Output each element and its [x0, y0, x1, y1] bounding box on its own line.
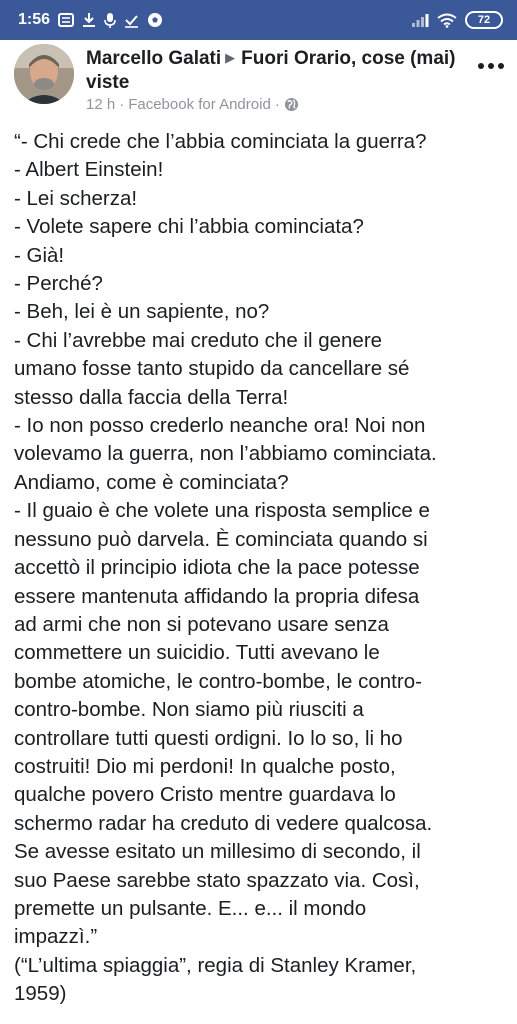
status-time: 1:56	[18, 11, 51, 28]
post-text-line: - Beh, lei è un sapiente, no?	[14, 300, 270, 324]
battery-level: 72	[477, 14, 491, 26]
meta-separator: ·	[274, 96, 280, 113]
post-text-line: controllare tutti questi ordigni. Io lo …	[14, 726, 403, 750]
post-text-line: - Già!	[14, 243, 65, 267]
status-system-icons: 72	[411, 11, 503, 29]
wifi-icon	[437, 13, 457, 28]
status-bar: 1:56 72	[0, 0, 517, 40]
post-text-line: accettò il principio idiota che la pace …	[14, 556, 420, 580]
post-meta: 12 h · Facebook for Android ·	[86, 96, 299, 113]
soccer-ball-icon	[148, 13, 163, 27]
post-text-line: essere mantenuta affidando la propria di…	[14, 584, 420, 608]
post-text-line: “- Chi crede che l’abbia cominciata la g…	[14, 130, 427, 153]
battery-icon: 72	[465, 11, 503, 29]
post-text-line: - Perché?	[14, 272, 103, 296]
microphone-icon	[104, 12, 116, 28]
post-text-line: premette un pulsante. E... e... il mondo	[14, 896, 367, 920]
post-text-line: Andiamo, come è cominciata?	[14, 470, 289, 494]
post-text-line: umano fosse tanto stupido da cancellare …	[14, 357, 410, 381]
post-text-line: Se avesse esitato un millesimo di second…	[14, 840, 421, 864]
meta-separator: ·	[119, 96, 125, 113]
post-text-line: schermo radar ha creduto di vedere qualc…	[14, 811, 433, 835]
post-body: “- Chi crede che l’abbia cominciata la g…	[14, 128, 509, 1009]
more-options-button[interactable]	[473, 56, 509, 76]
status-notification-icons	[58, 12, 163, 29]
post-text-line: contro-bombe. Non siamo più riusciti a	[14, 698, 364, 722]
signal-icon	[412, 14, 429, 27]
more-dot	[488, 63, 494, 69]
post-author-line: Marcello Galati ▶ Fuori Orario, cose (mai)…	[86, 46, 456, 95]
post-text-line: - Chi l’avrebbe mai creduto che il gener…	[14, 328, 383, 352]
post-text-line: - Lei scherza!	[14, 186, 138, 210]
post-text-line: - Volete sapere chi l’abbia cominciata?	[14, 215, 364, 239]
post-source: Facebook for Android	[128, 96, 271, 113]
post-text-line: impazzì.”	[14, 925, 98, 949]
post-text-line: suo Paese sarebbe stato spazzato via. Co…	[14, 868, 420, 892]
post-text-line: stesso dalla faccia della Terra!	[14, 385, 289, 409]
post-text-line: - Io non posso crederlo neanche ora! Noi…	[14, 414, 426, 438]
author-name[interactable]: Marcello Galati	[86, 48, 221, 69]
more-dot	[498, 63, 504, 69]
post-text-line: commettere un suicidio. Tutti avevano le	[14, 641, 380, 665]
post-text-line: costruiti! Dio mi perdoni! In qualche po…	[14, 754, 396, 778]
globe-icon	[284, 97, 298, 112]
post-text-line: volevamo la guerra, non l’abbiamo cominc…	[14, 442, 437, 466]
post-text-line: bombe atomiche, le contro-bombe, le cont…	[14, 669, 422, 693]
post-text-line: - Albert Einstein!	[14, 158, 164, 182]
check-icon	[125, 14, 139, 28]
post-text-line: (“L’ultima spiaggia”, regia di Stanley K…	[14, 953, 417, 977]
post-text-line: 1959)	[14, 982, 67, 1006]
avatar[interactable]	[14, 44, 74, 104]
download-icon	[83, 13, 96, 27]
post-header: Marcello Galati ▶ Fuori Orario, cose (mai)…	[14, 44, 509, 120]
post-text-line: qualche povero Cristo mentre guardava lo	[14, 783, 396, 807]
post-time[interactable]: 12 h	[86, 96, 115, 113]
post-text-line: nessuno può darvela. È cominciata quando…	[14, 527, 428, 551]
post-text-line: - Il guaio è che volete una risposta sem…	[14, 499, 430, 523]
post-text-line: ad armi che non si potevano usare senza	[14, 612, 389, 636]
arrow-right-icon: ▶	[225, 50, 236, 65]
more-dot	[478, 63, 484, 69]
notification-icon	[58, 13, 75, 27]
